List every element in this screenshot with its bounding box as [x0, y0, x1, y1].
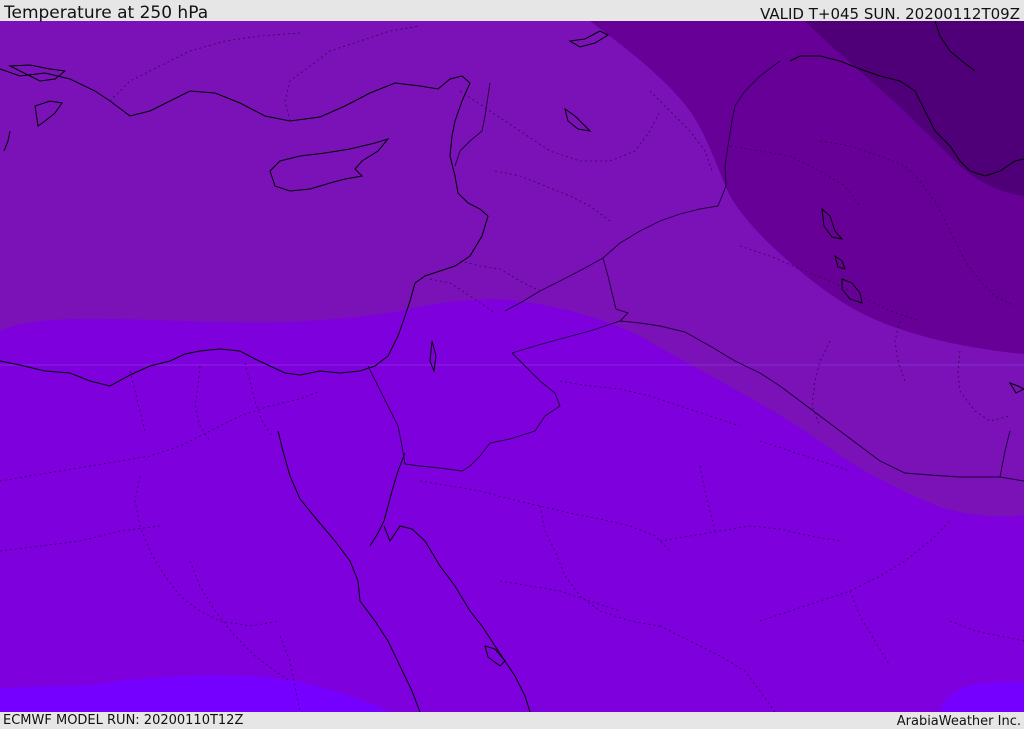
valid-time-label: VALID T+045 SUN. 20200112T09Z [760, 5, 1020, 23]
temperature-map[interactable] [0, 21, 1024, 712]
temperature-map-svg [0, 21, 1024, 712]
header-bar: Temperature at 250 hPa VALID T+045 SUN. … [0, 0, 1024, 23]
weather-map-page: Temperature at 250 hPa VALID T+045 SUN. … [0, 0, 1024, 729]
credit-label: ArabiaWeather Inc. [896, 714, 1021, 729]
footer-bar: ECMWF MODEL RUN: 20200110T12Z ArabiaWeat… [0, 712, 1024, 729]
map-title: Temperature at 250 hPa [4, 3, 209, 23]
model-run-label: ECMWF MODEL RUN: 20200110T12Z [3, 713, 244, 728]
